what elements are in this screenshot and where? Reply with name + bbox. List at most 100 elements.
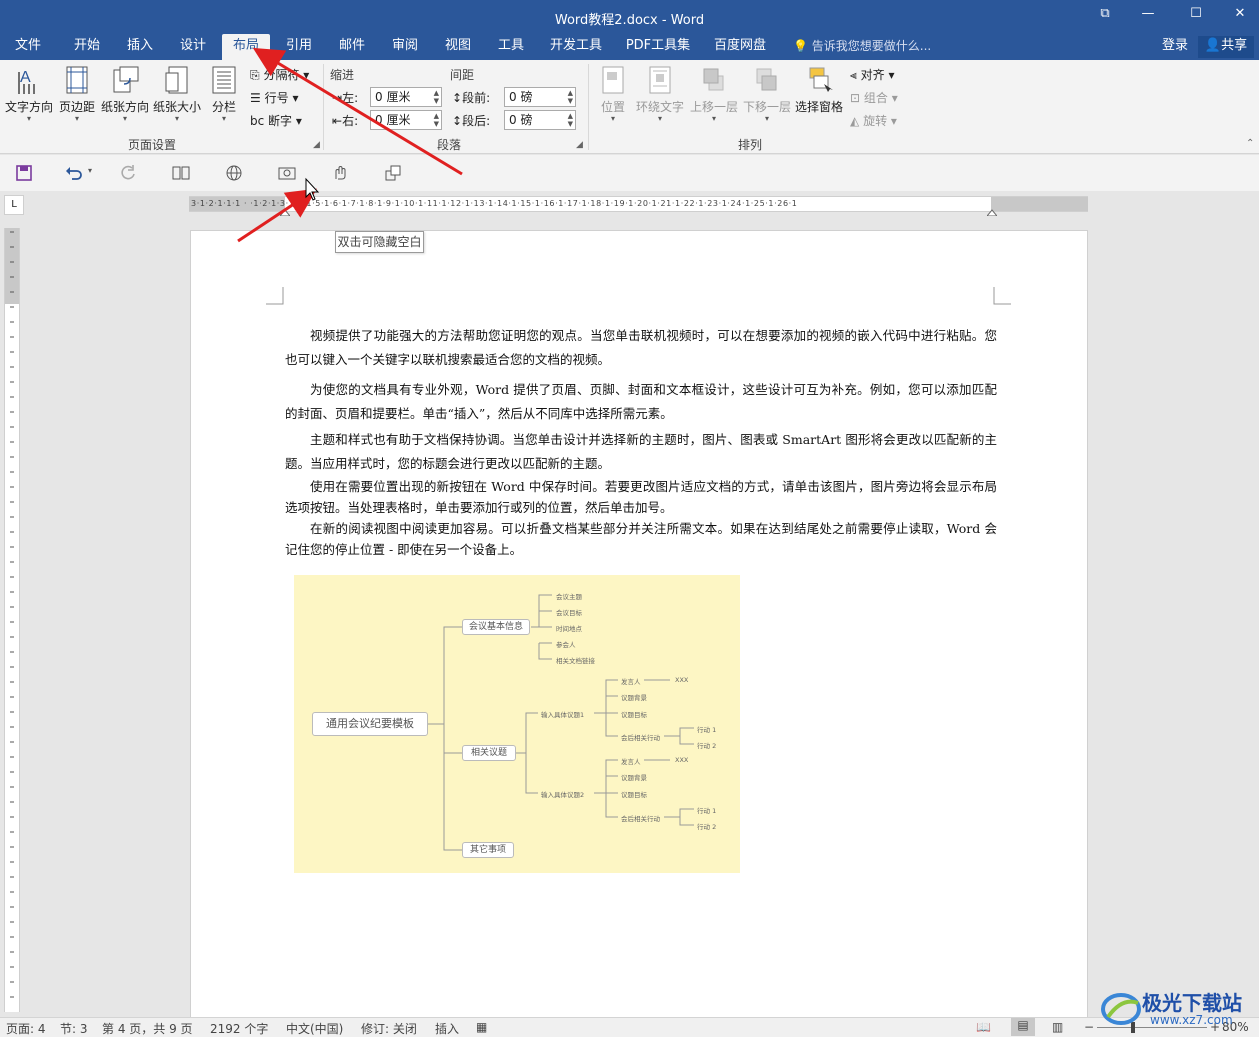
mindmap-leaf: 行动 1	[697, 807, 717, 815]
margins-button[interactable]: 页边距 ▾	[57, 64, 97, 123]
status-track-changes[interactable]: 修订: 关闭	[361, 1020, 417, 1037]
paragraph[interactable]: 使用在需要位置出现的新按钮在 Word 中保存时间。若要更改图片适应文档的方式，…	[285, 476, 997, 518]
page-setup-group-label: 页面设置	[128, 138, 177, 152]
size-button[interactable]: 纸张大小 ▾	[152, 64, 202, 123]
save-icon[interactable]	[14, 163, 34, 183]
mindmap-leaf: 相关文档链接	[556, 657, 595, 665]
document-body[interactable]: 视频提供了功能强大的方法帮助您证明您的观点。当您单击联机视频时，可以在想要添加的…	[285, 324, 997, 560]
indent-left-label: ⇥左:	[332, 91, 359, 105]
tab-mailings[interactable]: 邮件	[329, 34, 375, 60]
customize-qat-icon[interactable]	[383, 163, 403, 183]
tab-design[interactable]: 设计	[170, 34, 216, 60]
screenshot-icon[interactable]	[277, 163, 297, 183]
tab-selector[interactable]: L	[4, 195, 24, 215]
tab-developer[interactable]: 开发工具	[543, 34, 609, 60]
macro-record-icon[interactable]: ▦	[476, 1020, 487, 1034]
close-button[interactable]: ✕	[1226, 6, 1254, 28]
vertical-ruler[interactable]	[4, 228, 20, 1012]
share-button[interactable]: 👤共享	[1198, 36, 1254, 58]
chevron-down-icon: ▾	[292, 91, 299, 105]
page-setup-launcher-icon[interactable]: ◢	[313, 140, 320, 150]
collapse-ribbon-icon[interactable]: ⌃	[1246, 138, 1254, 149]
send-backward-button[interactable]: 下移一层 ▾	[741, 64, 793, 123]
wrap-text-button[interactable]: 环绕文字 ▾	[634, 64, 686, 123]
chevron-down-icon: ▾	[174, 114, 179, 123]
chevron-down-icon: ▾	[221, 114, 226, 123]
spinner-arrows-icon[interactable]: ▲ ▼	[568, 89, 573, 105]
position-button[interactable]: 位置 ▾	[597, 64, 629, 123]
quick-access-toolbar: ▾	[0, 155, 1259, 191]
zoom-out-icon[interactable]: −	[1084, 1020, 1094, 1034]
paragraph[interactable]: 在新的阅读视图中阅读更加容易。可以折叠文档某些部分并关注所需文本。如果在达到结尾…	[285, 518, 997, 560]
print-layout-view-icon[interactable]: ▤	[1011, 1018, 1035, 1036]
spacing-after-input[interactable]: 0 磅 ▲ ▼	[504, 110, 576, 130]
paragraph[interactable]: 视频提供了功能强大的方法帮助您证明您的观点。当您单击联机视频时，可以在想要添加的…	[285, 324, 997, 372]
ribbon-display-options-icon[interactable]: ⧉	[1091, 6, 1119, 28]
paragraph[interactable]: 为使您的文档具有专业外观，Word 提供了页眉、页脚、封面和文本框设计，这些设计…	[285, 378, 997, 426]
undo-icon[interactable]	[64, 163, 84, 183]
read-mode-view-icon[interactable]: 📖	[976, 1020, 991, 1034]
selection-pane-button[interactable]: 选择窗格	[794, 64, 844, 115]
tab-insert[interactable]: 插入	[117, 34, 163, 60]
redo-icon[interactable]	[118, 163, 138, 183]
indent-left-input[interactable]: 0 厘米 ▲ ▼	[370, 87, 442, 107]
web-layout-view-icon[interactable]: ▥	[1052, 1020, 1063, 1034]
tab-pdf-tools[interactable]: PDF工具集	[620, 34, 696, 60]
tab-tools[interactable]: 工具	[488, 34, 534, 60]
undo-dropdown-icon[interactable]: ▾	[88, 166, 92, 175]
text-direction-icon: A	[18, 69, 35, 94]
svg-text:A: A	[20, 69, 31, 86]
indent-right-input[interactable]: 0 厘米 ▲ ▼	[370, 110, 442, 130]
minimize-button[interactable]: —	[1134, 6, 1162, 28]
indent-marker-icon[interactable]	[278, 205, 292, 217]
mindmap-image[interactable]: 通用会议纪要模板 会议基本信息 会议主题 会议目标 时间地点 参会人 相关文档链…	[294, 575, 740, 873]
tab-review[interactable]: 审阅	[382, 34, 428, 60]
spinner-arrows-icon[interactable]: ▲ ▼	[434, 89, 439, 105]
status-language[interactable]: 中文(中国)	[286, 1020, 343, 1037]
mindmap-leaf: 议题背景	[621, 774, 647, 782]
orientation-button[interactable]: 纸张方向 ▾	[100, 64, 150, 123]
align-button[interactable]: ⫷ 对齐 ▾	[850, 66, 894, 83]
tab-baidu-netdisk[interactable]: 百度网盘	[706, 34, 774, 60]
login-link[interactable]: 登录	[1162, 34, 1188, 58]
breaks-button[interactable]: ⎘ 分隔符 ▾	[250, 66, 309, 83]
site-watermark: 极光下载站 www.xz7.com	[1100, 985, 1255, 1033]
ribbon-layout: A 文字方向 ▾ 页边距 ▾ 纸张方向 ▾ 纸张大小 ▾ 分栏 ▾ ⎘ 分隔符 …	[0, 60, 1259, 154]
spinner-arrows-icon[interactable]: ▲ ▼	[434, 112, 439, 128]
chevron-down-icon: ▾	[610, 114, 615, 123]
status-section[interactable]: 节: 3	[60, 1020, 88, 1037]
text-direction-button[interactable]: A 文字方向 ▾	[4, 64, 54, 123]
spacing-before-input[interactable]: 0 磅 ▲ ▼	[504, 87, 576, 107]
wrap-text-icon	[649, 66, 671, 94]
touch-mode-icon[interactable]	[330, 163, 350, 183]
line-numbers-button[interactable]: ☰ 行号 ▾	[250, 89, 298, 106]
bring-forward-button[interactable]: 上移一层 ▾	[688, 64, 740, 123]
hyphenation-button[interactable]: bc 断字 ▾	[250, 112, 302, 129]
tell-me-search[interactable]: 💡 告诉我您想要做什么...	[793, 34, 931, 58]
mindmap-leaf: 行动 2	[697, 823, 717, 831]
group-button[interactable]: ⊡ 组合 ▾	[850, 89, 898, 106]
columns-button[interactable]: 分栏 ▾	[207, 64, 241, 123]
status-page[interactable]: 页面: 4	[6, 1020, 46, 1037]
paragraph-launcher-icon[interactable]: ◢	[576, 140, 583, 150]
read-mode-icon[interactable]	[171, 163, 191, 183]
maximize-button[interactable]: ☐	[1182, 6, 1210, 28]
horizontal-ruler[interactable]: 3·1·2·1·1·1 · ·1·2·1·3·1·4·1·5·1·6·1·7·1…	[189, 196, 1088, 217]
paper-size-icon	[165, 66, 188, 94]
lightbulb-icon: 💡	[793, 39, 808, 53]
rotate-button[interactable]: ◭ 旋转 ▾	[850, 112, 897, 129]
status-page-of[interactable]: 第 4 页，共 9 页	[102, 1020, 193, 1037]
right-indent-marker-icon[interactable]	[985, 205, 999, 217]
spinner-arrows-icon[interactable]: ▲ ▼	[568, 112, 573, 128]
tab-view[interactable]: 视图	[435, 34, 481, 60]
line-numbers-icon: ☰	[250, 91, 261, 105]
tab-file[interactable]: 文件	[6, 34, 50, 60]
tab-home[interactable]: 开始	[64, 34, 110, 60]
tab-layout[interactable]: 布局	[222, 34, 270, 60]
chevron-down-icon: ▾	[303, 68, 310, 82]
status-insert-mode[interactable]: 插入	[435, 1020, 459, 1037]
status-word-count[interactable]: 2192 个字	[210, 1020, 268, 1037]
tab-references[interactable]: 引用	[276, 34, 322, 60]
web-layout-icon[interactable]	[224, 163, 244, 183]
paragraph[interactable]: 主题和样式也有助于文档保持协调。当您单击设计并选择新的主题时，图片、图表或 Sm…	[285, 428, 997, 476]
